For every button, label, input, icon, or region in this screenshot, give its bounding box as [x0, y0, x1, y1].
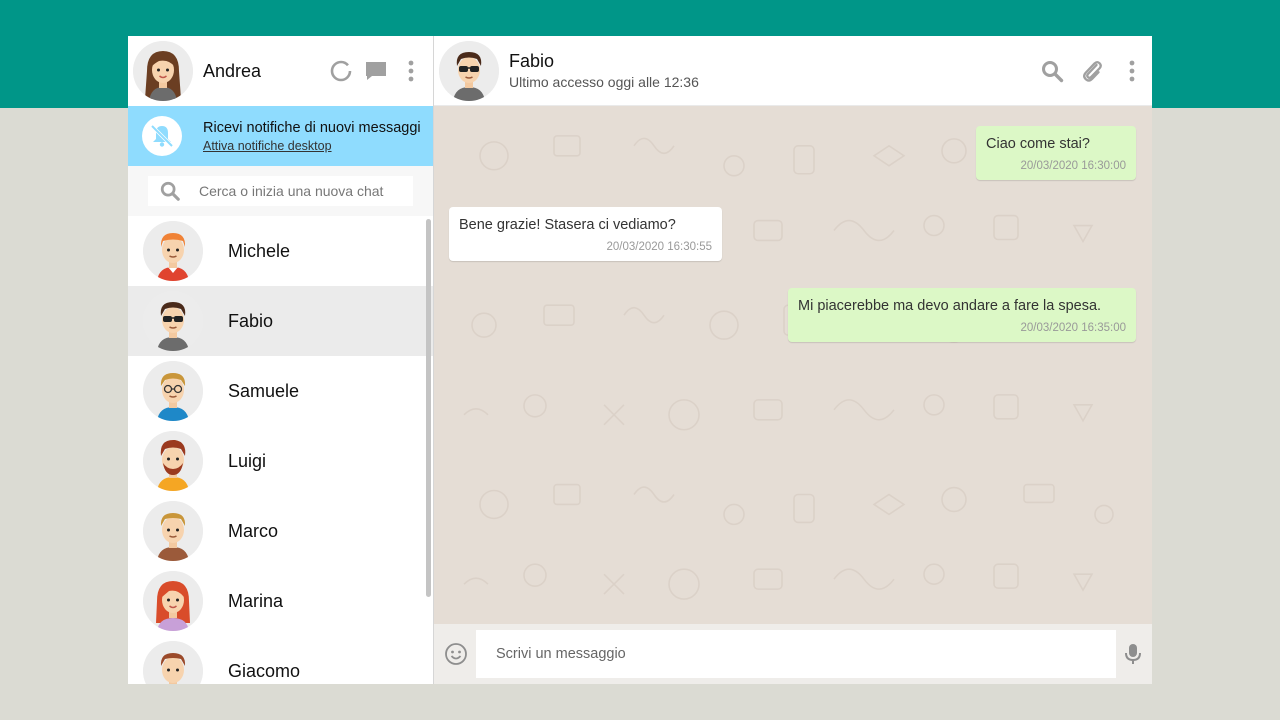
avatar-giacomo-icon: [143, 641, 203, 684]
bell-off-icon: [142, 116, 182, 156]
search-box: [148, 176, 413, 206]
avatar-luigi-icon: [143, 431, 203, 491]
message-input[interactable]: [476, 630, 1116, 678]
contact-list[interactable]: Michele Fabio Samuele Luigi Marco Marina…: [128, 216, 433, 684]
contact-name: Fabio: [228, 310, 274, 331]
contact-fabio[interactable]: Fabio: [128, 286, 433, 356]
message-bubble-outgoing[interactable]: Mi piacerebbe ma devo andare a fare la s…: [788, 288, 1136, 342]
kebab-menu-icon[interactable]: [1120, 59, 1144, 83]
sidebar: Andrea Ricevi notifiche di nuovi messagg…: [128, 36, 434, 684]
notification-text: Ricevi notifiche di nuovi messaggi Attiv…: [203, 120, 421, 153]
message-timestamp: 20/03/2020 16:30:55: [606, 241, 712, 253]
contact-list-scrollbar[interactable]: [426, 219, 431, 597]
contact-name: Luigi: [228, 450, 267, 471]
chat-header: Fabio Ultimo accesso oggi alle 12:36: [434, 36, 1152, 106]
notification-banner: Ricevi notifiche di nuovi messaggi Attiv…: [128, 106, 433, 166]
microphone-icon[interactable]: [1118, 639, 1148, 669]
message-timestamp: 20/03/2020 16:30:00: [1020, 160, 1126, 172]
contact-luigi[interactable]: Luigi: [128, 426, 433, 496]
sidebar-header-icons: [318, 59, 423, 83]
contact-michele[interactable]: Michele: [128, 216, 433, 286]
contact-name: Samuele: [228, 380, 300, 401]
chat-app-window: Andrea Ricevi notifiche di nuovi messagg…: [128, 36, 1152, 684]
message-composer: [434, 624, 1152, 684]
chat-panel: Fabio Ultimo accesso oggi alle 12:36 Cia…: [434, 36, 1152, 684]
avatar-marina-icon: [143, 571, 203, 631]
contact-name: Michele: [228, 240, 291, 261]
contact-marco[interactable]: Marco: [128, 496, 433, 566]
status-circle-icon[interactable]: [329, 59, 353, 83]
enable-desktop-notifications-link[interactable]: Attiva notifiche desktop: [203, 139, 421, 153]
notification-title: Ricevi notifiche di nuovi messaggi: [203, 119, 421, 136]
chat-bubble-icon[interactable]: [364, 59, 388, 83]
contact-marina[interactable]: Marina: [128, 566, 433, 636]
chat-last-seen: Ultimo accesso oggi alle 12:36: [509, 74, 699, 90]
contact-giacomo[interactable]: Giacomo: [128, 636, 433, 684]
search-input[interactable]: [199, 183, 399, 199]
search-icon[interactable]: [1040, 59, 1064, 83]
sidebar-header: Andrea: [128, 36, 433, 106]
chat-avatar-fabio-icon[interactable]: [439, 40, 499, 101]
message-bubble-outgoing[interactable]: Ciao come stai? 20/03/2020 16:30:00: [976, 126, 1136, 180]
my-avatar-icon[interactable]: [133, 41, 193, 101]
avatar-michele-icon: [143, 221, 203, 281]
contact-name: Marina: [228, 590, 284, 611]
avatar-marco-icon: [143, 501, 203, 561]
paperclip-icon[interactable]: [1080, 59, 1104, 83]
kebab-menu-icon[interactable]: [399, 59, 423, 83]
message-area[interactable]: Ciao come stai? 20/03/2020 16:30:00 Bene…: [434, 106, 1152, 624]
avatar-samuele-icon: [143, 361, 203, 421]
my-name: Andrea: [203, 60, 262, 81]
contact-samuele[interactable]: Samuele: [128, 356, 433, 426]
emoji-icon[interactable]: [441, 639, 471, 669]
search-icon: [158, 179, 182, 203]
avatar-fabio-icon: [143, 291, 203, 351]
chat-header-icons: [1024, 59, 1144, 83]
search-bar: [128, 166, 433, 216]
contact-name: Giacomo: [228, 660, 301, 681]
doodle-background: [463, 135, 1125, 600]
chat-contact-info[interactable]: Fabio Ultimo accesso oggi alle 12:36: [509, 51, 1024, 90]
message-text: Mi piacerebbe ma devo andare a fare la s…: [798, 298, 1102, 314]
message-bubble-incoming[interactable]: Bene grazie! Stasera ci vediamo? 20/03/2…: [449, 207, 722, 261]
chat-contact-name: Fabio: [509, 51, 555, 71]
contact-name: Marco: [228, 520, 279, 541]
message-text: Bene grazie! Stasera ci vediamo?: [459, 217, 676, 233]
message-timestamp: 20/03/2020 16:35:00: [1020, 322, 1126, 334]
message-text: Ciao come stai?: [986, 136, 1090, 152]
